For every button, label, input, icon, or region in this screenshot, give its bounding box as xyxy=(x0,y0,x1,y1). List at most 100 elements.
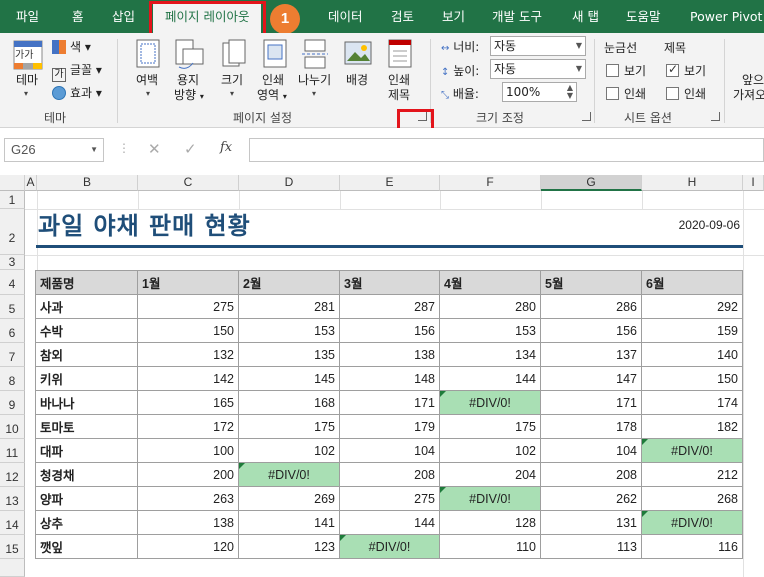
row-header-16[interactable] xyxy=(0,559,25,577)
value-cell[interactable]: 131 xyxy=(540,510,642,535)
column-header-c[interactable]: C xyxy=(138,175,239,191)
header-cell-month[interactable]: 3월 xyxy=(339,270,440,295)
tab-home[interactable]: 홈 xyxy=(72,0,84,33)
report-date[interactable]: 2020-09-06 xyxy=(640,218,740,232)
value-cell[interactable]: 135 xyxy=(238,342,340,367)
value-cell[interactable]: 128 xyxy=(439,510,541,535)
product-name-cell[interactable]: 바나나 xyxy=(35,390,138,415)
row-header-10[interactable]: 10 xyxy=(0,415,25,439)
value-cell[interactable]: 275 xyxy=(137,294,239,319)
value-cell[interactable]: 262 xyxy=(540,486,642,511)
value-cell[interactable]: 132 xyxy=(137,342,239,367)
value-cell[interactable]: 182 xyxy=(641,414,743,439)
header-cell-month[interactable]: 5월 xyxy=(540,270,642,295)
value-cell[interactable]: 171 xyxy=(339,390,440,415)
product-name-cell[interactable]: 수박 xyxy=(35,318,138,343)
value-cell[interactable]: 281 xyxy=(238,294,340,319)
headings-print-checkbox[interactable]: 인쇄 xyxy=(666,85,706,102)
value-cell[interactable]: 292 xyxy=(641,294,743,319)
value-cell[interactable]: 150 xyxy=(137,318,239,343)
theme-button[interactable]: 테마 xyxy=(16,73,38,88)
row-header-3[interactable]: 3 xyxy=(0,255,25,270)
header-cell-month[interactable]: 4월 xyxy=(439,270,541,295)
row-header-7[interactable]: 7 xyxy=(0,343,25,367)
column-header-h[interactable]: H xyxy=(642,175,743,191)
value-cell[interactable]: 174 xyxy=(641,390,743,415)
value-cell[interactable]: 172 xyxy=(137,414,239,439)
value-cell[interactable]: 286 xyxy=(540,294,642,319)
error-cell[interactable]: #DIV/0! xyxy=(339,534,440,559)
value-cell[interactable]: 268 xyxy=(641,486,743,511)
headings-view-checkbox[interactable]: 보기 xyxy=(666,62,706,79)
value-cell[interactable]: 175 xyxy=(439,414,541,439)
value-cell[interactable]: 141 xyxy=(238,510,340,535)
sheet-options-dialog-launcher-icon[interactable] xyxy=(711,112,720,121)
value-cell[interactable]: 208 xyxy=(540,462,642,487)
value-cell[interactable]: 200 xyxy=(137,462,239,487)
tab-view[interactable]: 보기 xyxy=(442,0,465,33)
value-cell[interactable]: 113 xyxy=(540,534,642,559)
select-all-corner[interactable] xyxy=(0,175,25,191)
value-cell[interactable]: 102 xyxy=(439,438,541,463)
fonts-button[interactable]: 가 글꼴 ▾ xyxy=(52,61,102,82)
value-cell[interactable]: 287 xyxy=(339,294,440,319)
value-cell[interactable]: 208 xyxy=(339,462,440,487)
height-combo[interactable]: 자동 ▼ xyxy=(490,59,586,79)
value-cell[interactable]: 212 xyxy=(641,462,743,487)
value-cell[interactable]: 102 xyxy=(238,438,340,463)
value-cell[interactable]: 159 xyxy=(641,318,743,343)
row-header-11[interactable]: 11 xyxy=(0,439,25,463)
column-header-e[interactable]: E xyxy=(340,175,440,191)
product-name-cell[interactable]: 상추 xyxy=(35,510,138,535)
sheet-title[interactable]: 과일 야채 판매 현황 xyxy=(38,206,251,241)
value-cell[interactable]: 140 xyxy=(641,342,743,367)
value-cell[interactable]: 100 xyxy=(137,438,239,463)
product-name-cell[interactable]: 사과 xyxy=(35,294,138,319)
colors-button[interactable]: 색 ▾ xyxy=(52,38,91,55)
value-cell[interactable]: 175 xyxy=(238,414,340,439)
value-cell[interactable]: 144 xyxy=(339,510,440,535)
breaks-button[interactable]: 나누기 xyxy=(298,73,331,88)
row-header-9[interactable]: 9 xyxy=(0,391,25,415)
tab-power-pivot[interactable]: Power Pivot xyxy=(690,0,762,33)
scale-dialog-launcher-icon[interactable] xyxy=(582,112,591,121)
value-cell[interactable]: 171 xyxy=(540,390,642,415)
value-cell[interactable]: 178 xyxy=(540,414,642,439)
value-cell[interactable]: 137 xyxy=(540,342,642,367)
value-cell[interactable]: 275 xyxy=(339,486,440,511)
value-cell[interactable]: 104 xyxy=(339,438,440,463)
value-cell[interactable]: 165 xyxy=(137,390,239,415)
value-cell[interactable]: 179 xyxy=(339,414,440,439)
tab-developer[interactable]: 개발 도구 xyxy=(492,0,542,33)
product-name-cell[interactable]: 키위 xyxy=(35,366,138,391)
row-header-12[interactable]: 12 xyxy=(0,463,25,487)
column-header-i[interactable]: I xyxy=(743,175,764,191)
header-cell-month[interactable]: 1월 xyxy=(137,270,239,295)
orientation-button[interactable]: 방향 ▾ xyxy=(174,88,204,104)
product-name-cell[interactable]: 양파 xyxy=(35,486,138,511)
row-header-5[interactable]: 5 xyxy=(0,295,25,319)
formula-input[interactable] xyxy=(249,138,764,162)
value-cell[interactable]: 147 xyxy=(540,366,642,391)
size-button[interactable]: 크기 xyxy=(221,73,243,88)
value-cell[interactable]: 204 xyxy=(439,462,541,487)
breaks-dropdown-icon[interactable]: ▾ xyxy=(312,89,316,98)
value-cell[interactable]: 120 xyxy=(137,534,239,559)
value-cell[interactable]: 148 xyxy=(339,366,440,391)
error-cell[interactable]: #DIV/0! xyxy=(439,486,541,511)
error-cell[interactable]: #DIV/0! xyxy=(641,438,743,463)
value-cell[interactable]: 153 xyxy=(439,318,541,343)
value-cell[interactable]: 168 xyxy=(238,390,340,415)
tab-data[interactable]: 데이터 xyxy=(328,0,363,33)
row-header-13[interactable]: 13 xyxy=(0,487,25,511)
value-cell[interactable]: 156 xyxy=(339,318,440,343)
value-cell[interactable]: 150 xyxy=(641,366,743,391)
tab-new-tab[interactable]: 새 탭 xyxy=(572,0,599,33)
value-cell[interactable]: 104 xyxy=(540,438,642,463)
product-name-cell[interactable]: 깻잎 xyxy=(35,534,138,559)
product-name-cell[interactable]: 청경채 xyxy=(35,462,138,487)
value-cell[interactable]: 156 xyxy=(540,318,642,343)
row-header-2[interactable]: 2 xyxy=(0,209,25,255)
gridlines-view-checkbox[interactable]: 보기 xyxy=(606,62,646,79)
enter-icon[interactable]: ✓ xyxy=(184,140,197,158)
